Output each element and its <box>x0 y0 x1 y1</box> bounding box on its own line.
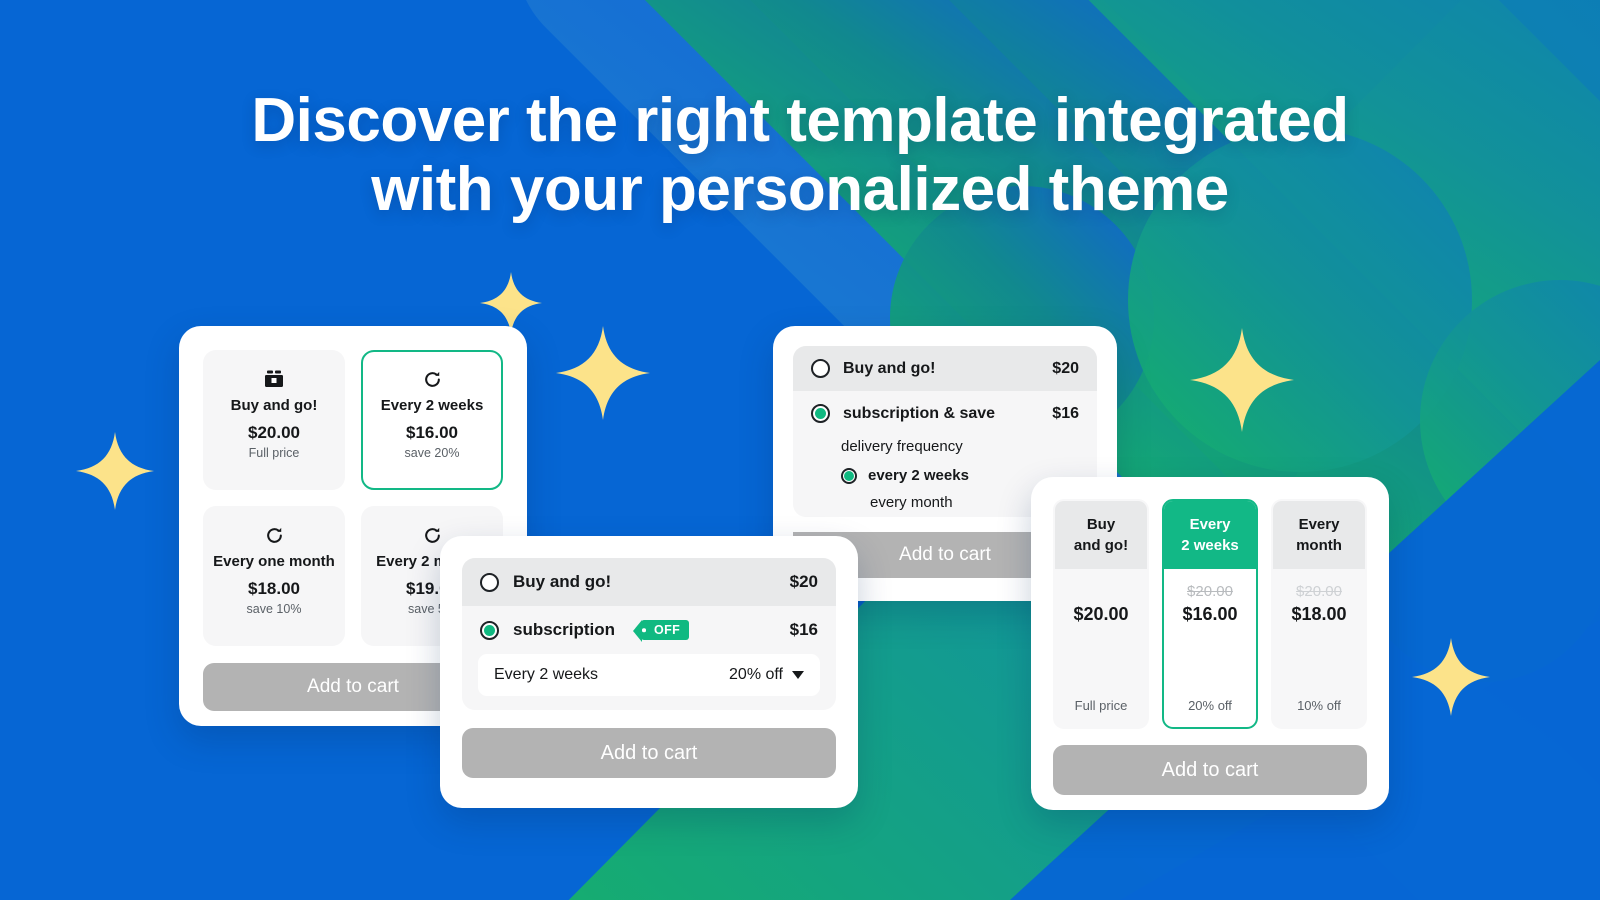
radio-button-unselected[interactable] <box>811 359 830 378</box>
plan-label: Buy and go! <box>513 572 612 591</box>
plan-price: $16 <box>1052 404 1079 422</box>
plan-compact-list: Buy and go! $20 subscription OFF $16 Eve… <box>462 558 836 710</box>
plan-column-header: Every 2 weeks <box>1164 501 1256 569</box>
plan-name: Buy and go! <box>230 397 318 414</box>
plan-radio-row-selected[interactable]: subscription & save $16 <box>793 391 1097 436</box>
sparkle-icon <box>556 326 650 420</box>
sparkle-icon <box>76 432 154 510</box>
plan-column[interactable]: Every month $20.00 $18.00 10% off <box>1271 499 1367 729</box>
plan-column-header: Every month <box>1273 501 1365 569</box>
radio-button-selected[interactable] <box>841 467 857 484</box>
radio-button-selected[interactable] <box>480 620 499 640</box>
delivery-frequency-heading: delivery frequency <box>841 438 963 455</box>
frequency-discount: 20% off <box>729 666 783 683</box>
plan-column-body: $20.00 $18.00 10% off <box>1273 569 1365 727</box>
sparkle-icon <box>1190 328 1294 432</box>
plan-column-body: $20.00 $16.00 20% off <box>1164 569 1256 727</box>
plan-column[interactable]: Buy and go! $20.00 Full price <box>1053 499 1149 729</box>
headline-line-1: Discover the right template integrated <box>251 86 1349 155</box>
plan-header-line-2: month <box>1296 537 1342 554</box>
plan-column-body: $20.00 Full price <box>1055 569 1147 727</box>
plan-header-line-1: Every <box>1298 516 1340 533</box>
plan-price: $16 <box>789 620 818 639</box>
basket-icon <box>213 368 335 390</box>
plan-tile[interactable]: Every one month $18.00 save 10% <box>203 506 345 646</box>
add-to-cart-button[interactable]: Add to cart <box>1053 745 1367 795</box>
discount-badge: OFF <box>632 620 690 642</box>
chevron-down-icon[interactable] <box>792 671 804 679</box>
plan-price: $20.00 <box>248 423 300 442</box>
frequency-label: every 2 weeks <box>868 467 969 484</box>
plan-compact-card: Buy and go! $20 subscription OFF $16 Eve… <box>440 536 858 808</box>
refresh-icon-glyph <box>424 527 440 543</box>
plan-compact-row[interactable]: Buy and go! $20 <box>462 558 836 606</box>
refresh-icon <box>371 368 493 390</box>
plan-header-line-2: and go! <box>1073 537 1129 554</box>
plan-radio-row[interactable]: Buy and go! $20 <box>793 346 1097 391</box>
plan-compact-row-selected[interactable]: subscription OFF $16 <box>462 606 836 654</box>
plan-price: $16.00 <box>1182 604 1238 624</box>
plan-columns-card: Buy and go! $20.00 Full price Every 2 we… <box>1031 477 1389 810</box>
plan-columns: Buy and go! $20.00 Full price Every 2 we… <box>1053 499 1367 729</box>
frequency-label: Every 2 weeks <box>494 666 599 683</box>
plan-name: Every 2 weeks <box>380 397 484 414</box>
plan-label: subscription <box>513 620 616 639</box>
radio-button-selected[interactable] <box>811 404 830 423</box>
frequency-select[interactable]: Every 2 weeks 20% off <box>478 654 820 696</box>
plan-price: $18.00 <box>1291 604 1347 624</box>
sparkle-icon <box>480 272 542 334</box>
sparkle-icon <box>1412 638 1490 716</box>
plan-price: $20.00 <box>1073 604 1129 624</box>
refresh-icon-glyph <box>266 527 282 543</box>
plan-old-price: $20.00 <box>1187 583 1233 600</box>
plan-old-price: $20.00 <box>1296 583 1342 600</box>
radio-button-unselected[interactable] <box>480 572 499 592</box>
plan-price: $18.00 <box>248 579 300 598</box>
plan-price: $20 <box>1052 359 1079 377</box>
plan-header-line-1: Every <box>1189 516 1231 533</box>
plan-note: save 10% <box>246 602 302 616</box>
basket-icon-glyph <box>265 370 283 387</box>
plan-column-selected[interactable]: Every 2 weeks $20.00 $16.00 20% off <box>1162 499 1258 729</box>
plan-label: subscription & save <box>843 404 996 422</box>
page-title: Discover the right template integrated w… <box>0 86 1600 225</box>
plan-header-line-2: 2 weeks <box>1181 537 1239 554</box>
plan-note: 10% off <box>1297 698 1341 713</box>
plan-name: Every one month <box>213 553 335 570</box>
refresh-icon <box>213 524 335 546</box>
plan-label: Buy and go! <box>843 359 936 377</box>
plan-price: $20 <box>789 572 818 591</box>
plan-note: 20% off <box>1188 698 1232 713</box>
plan-column-header: Buy and go! <box>1055 501 1147 569</box>
frequency-label: every month <box>870 494 953 511</box>
plan-note: Full price <box>1074 698 1128 713</box>
add-to-cart-button[interactable]: Add to cart <box>462 728 836 778</box>
plan-price: $16.00 <box>406 423 458 442</box>
headline-line-2: with your personalized theme <box>371 155 1229 225</box>
plan-tile-selected[interactable]: Every 2 weeks $16.00 save 20% <box>361 350 503 490</box>
promo-banner: Discover the right template integrated w… <box>0 0 1600 900</box>
plan-note: Full price <box>248 446 300 460</box>
plan-tile[interactable]: Buy and go! $20.00 Full price <box>203 350 345 490</box>
plan-header-line-1: Buy <box>1086 516 1116 533</box>
plan-note: save 20% <box>404 446 460 460</box>
refresh-icon-glyph <box>424 371 440 387</box>
